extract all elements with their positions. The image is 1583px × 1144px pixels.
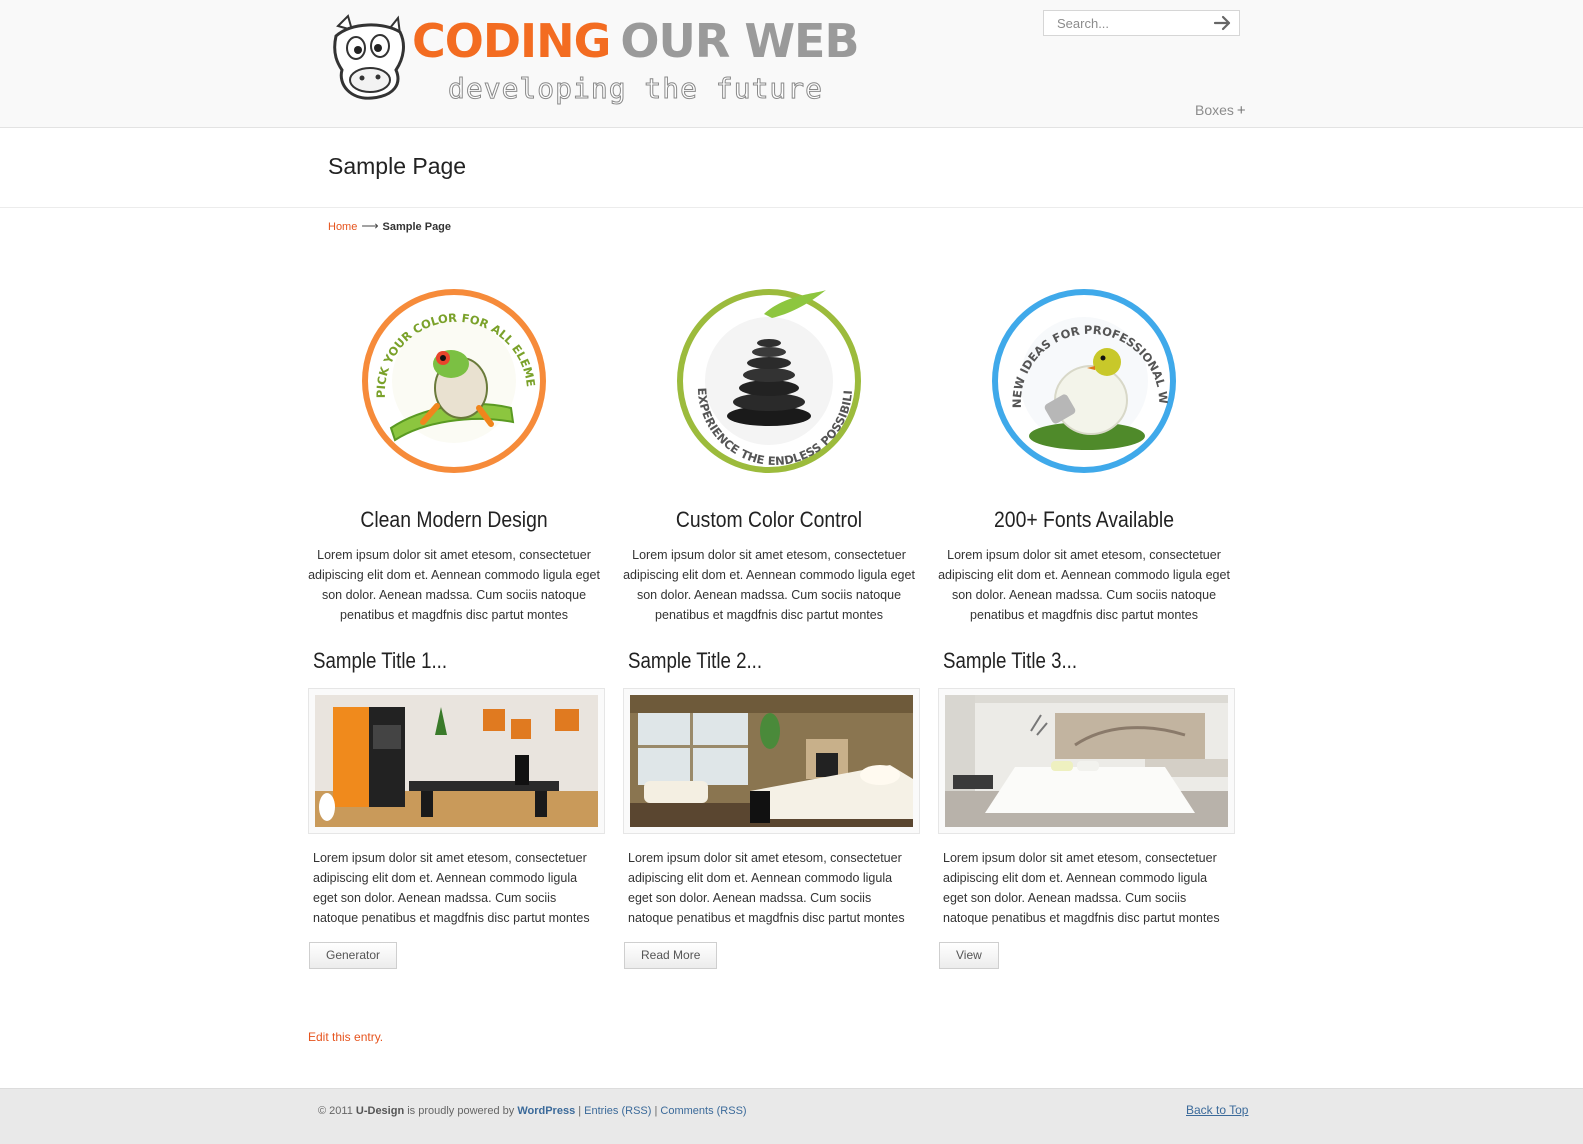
white-bedroom-photo: [945, 695, 1228, 827]
copyright-text: © 2011: [318, 1105, 353, 1117]
cow-mascot-icon: [333, 14, 405, 100]
feature-title: 200+ Fonts Available: [994, 507, 1174, 532]
logo-word-our-web: OUR WEB: [620, 14, 859, 68]
expand-plus-icon: +: [1236, 102, 1246, 119]
bedroom-photo: [630, 695, 913, 827]
nav-item-boxes-label: Boxes: [1195, 102, 1234, 118]
breadcrumb-home-link[interactable]: Home: [328, 221, 357, 233]
search-form: [1043, 10, 1240, 36]
wordpress-link[interactable]: WordPress: [517, 1105, 575, 1117]
sample-image-white-bedroom[interactable]: [938, 688, 1235, 834]
site-footer: © 2011 U-Design is proudly powered by Wo…: [0, 1088, 1583, 1144]
generator-button[interactable]: Generator: [309, 942, 398, 969]
search-input[interactable]: [1044, 11, 1209, 35]
sample-column-1: Sample Title 1... Lorem ipsum dolor sit …: [308, 648, 608, 969]
sample-image-office[interactable]: [308, 688, 605, 834]
sample-column-2: Sample Title 2... Lorem ipsum dolor sit …: [623, 648, 923, 969]
sample-description: Lorem ipsum dolor sit amet etesom, conse…: [313, 851, 590, 925]
breadcrumb-arrow-icon: ⟶: [361, 219, 379, 233]
comments-rss-link[interactable]: Comments (RSS): [660, 1105, 746, 1117]
nav-item-boxes[interactable]: Boxes +: [1195, 102, 1246, 119]
footer-credits: © 2011 U-Design is proudly powered by Wo…: [318, 1105, 747, 1117]
feature-description: Lorem ipsum dolor sit amet etesom, conse…: [938, 548, 1230, 622]
search-arrow-icon[interactable]: [1213, 15, 1233, 31]
bulb-chick-badge-icon: NEW IDEAS FOR PROFESSIONAL WEBSITE: [991, 288, 1176, 473]
wordpress-link-label: WordPress: [517, 1105, 576, 1117]
feature-title: Custom Color Control: [675, 507, 863, 532]
sample-description: Lorem ipsum dolor sit amet etesom, conse…: [943, 851, 1220, 925]
site-header: CODINGOUR WEB developing the future Boxe…: [0, 0, 1583, 128]
feature-column-3: NEW IDEAS FOR PROFESSIONAL WEBSITE 200+ …: [934, 288, 1234, 625]
powered-by-text: is proudly powered by: [407, 1105, 515, 1117]
feature-description: Lorem ipsum dolor sit amet etesom, conse…: [308, 548, 600, 622]
back-to-top-link[interactable]: Back to Top: [1186, 1103, 1248, 1117]
sample-column-3: Sample Title 3... Lorem ipsum dolor sit …: [938, 648, 1238, 969]
sample-image-bedroom[interactable]: [623, 688, 920, 834]
page-title: Sample Page: [328, 153, 467, 179]
feature-column-2: EXPERIENCE THE ENDLESS POSSIBILITIES Cus…: [619, 288, 919, 625]
footer-separator: |: [578, 1105, 582, 1117]
sample-title[interactable]: Sample Title 1...: [313, 648, 564, 674]
entries-rss-link[interactable]: Entries (RSS): [584, 1105, 651, 1117]
view-button[interactable]: View: [939, 942, 999, 969]
edit-entry-link[interactable]: Edit this entry.: [308, 1030, 383, 1044]
frog-badge-icon: PICK YOUR COLOR FOR ALL ELEMENTS: [361, 288, 546, 473]
zen-stones-badge-icon: EXPERIENCE THE ENDLESS POSSIBILITIES: [676, 288, 861, 473]
feature-description: Lorem ipsum dolor sit amet etesom, conse…: [623, 548, 915, 622]
breadcrumb-current: Sample Page: [382, 221, 452, 233]
logo-tagline: developing the future: [447, 72, 824, 106]
logo-word-coding: CODING: [412, 14, 611, 68]
office-photo: [315, 695, 598, 827]
sample-title[interactable]: Sample Title 3...: [943, 648, 1194, 674]
footer-separator: |: [654, 1105, 658, 1117]
udesign-name: U-Design: [355, 1105, 405, 1117]
site-logo[interactable]: CODING OUR WEB developing the future: [328, 14, 888, 106]
sample-description: Lorem ipsum dolor sit amet etesom, conse…: [628, 851, 905, 925]
breadcrumb: Home ⟶ Sample Page: [328, 219, 451, 233]
read-more-button[interactable]: Read More: [624, 942, 718, 969]
logo-title: CODING OUR WEB: [412, 14, 860, 68]
sample-title[interactable]: Sample Title 2...: [628, 648, 879, 674]
feature-column-1: PICK YOUR COLOR FOR ALL ELEMENTS Clean M…: [304, 288, 604, 625]
feature-title: Clean Modern Design: [360, 507, 548, 532]
page-title-bar: Sample Page: [0, 129, 1583, 208]
